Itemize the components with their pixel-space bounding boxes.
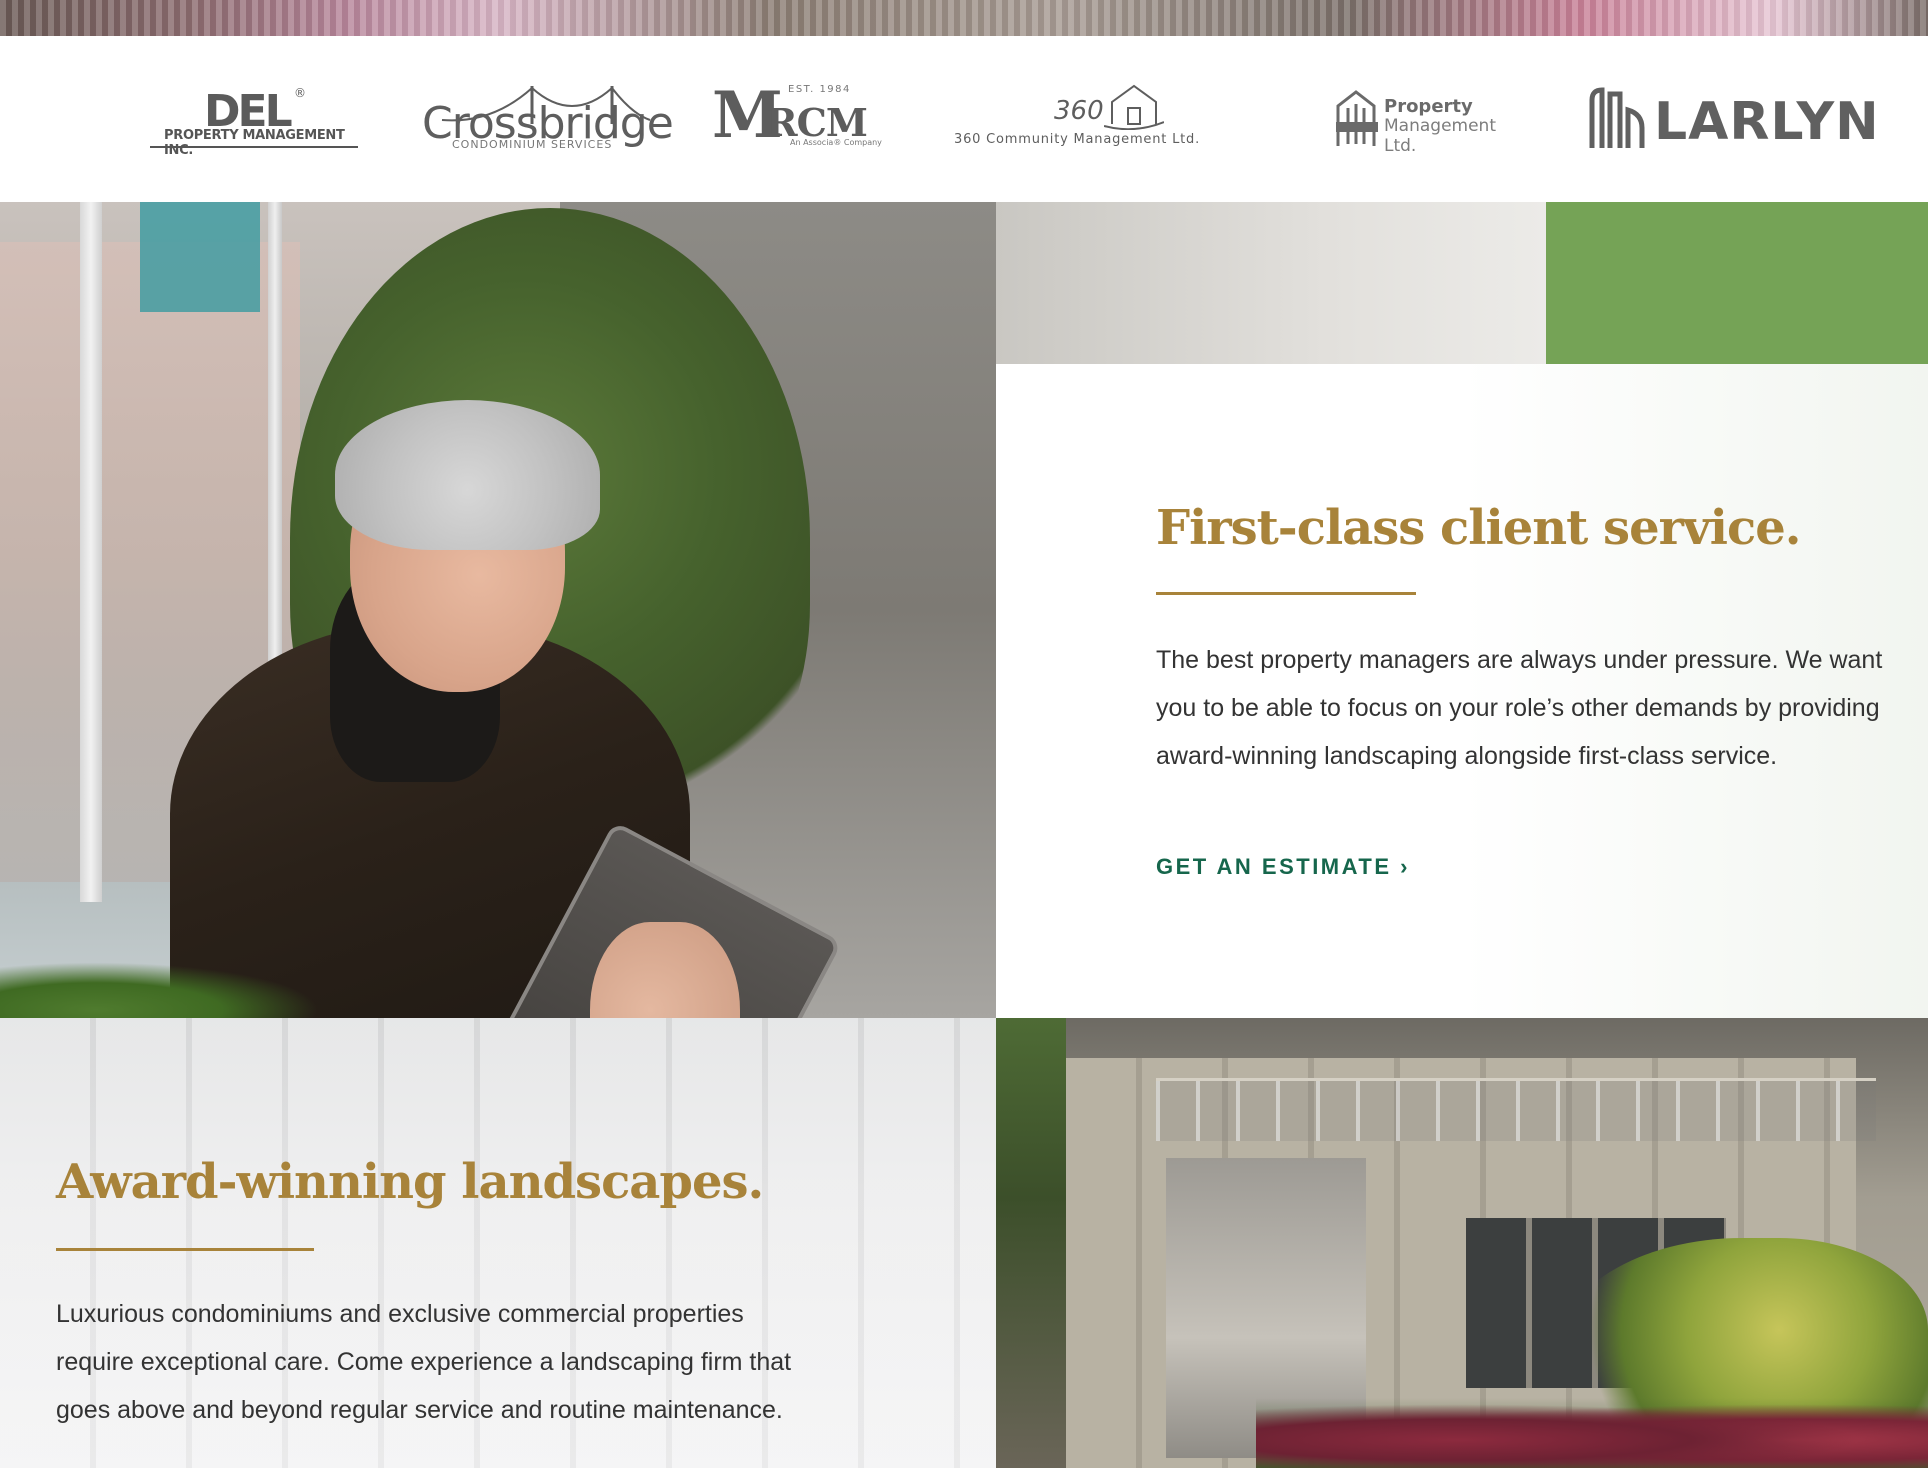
client-service-heading: First-class client service. [1156, 500, 1802, 556]
del-property-management-logo: DEL ® PROPERTY MANAGEMENT INC. [150, 86, 360, 158]
landscapes-heading: Award-winning landscapes. [56, 1154, 764, 1210]
icc-logo-line1: Property [1384, 96, 1473, 117]
del-logo-tagline: PROPERTY MANAGEMENT INC. [164, 128, 345, 158]
get-an-estimate-link[interactable]: GET AN ESTIMATE › [1156, 854, 1410, 880]
larlyn-building-icon [1589, 87, 1645, 148]
crossbridge-logo-sub: CONDOMINIUM SERVICES [452, 138, 613, 151]
green-accent-block [1546, 202, 1928, 364]
hero-image-strip [0, 0, 1928, 36]
landscapes-divider [56, 1248, 314, 1251]
landscapes-body: Luxurious condominiums and exclusive com… [56, 1300, 792, 1424]
mrcm-logo: M RCM EST. 1984 An Associa® Company [712, 84, 884, 154]
larlyn-logo-name: LARLYN [1654, 92, 1880, 152]
icc-logo-line2: Management Ltd. [1384, 116, 1496, 156]
crossbridge-logo: Crossbridge CONDOMINIUM SERVICES [422, 84, 674, 154]
icc-building-icon [1336, 90, 1378, 146]
c360-community-management-logo: 360 360 Community Management Ltd. [954, 84, 1264, 154]
building-background [996, 202, 1546, 364]
larlyn-logo: LARLYN [1586, 84, 1879, 154]
c360-logo-number: 360 [1054, 96, 1104, 126]
client-service-body: The best property managers are always un… [1156, 646, 1883, 770]
c360-logo-name: 360 Community Management Ltd. [954, 132, 1201, 147]
mrcm-logo-est: EST. 1984 [788, 84, 851, 95]
del-logo-underline [150, 146, 358, 148]
woman-with-tablet-photo [0, 202, 996, 1018]
condominium-landscape-photo [996, 1018, 1928, 1468]
del-logo-registered: ® [294, 86, 306, 100]
client-service-divider [1156, 592, 1416, 595]
mrcm-logo-assoc: An Associa® Company [790, 138, 882, 147]
house-icon [1104, 84, 1164, 130]
icc-property-management-logo: Property Management Ltd. [1334, 84, 1524, 156]
